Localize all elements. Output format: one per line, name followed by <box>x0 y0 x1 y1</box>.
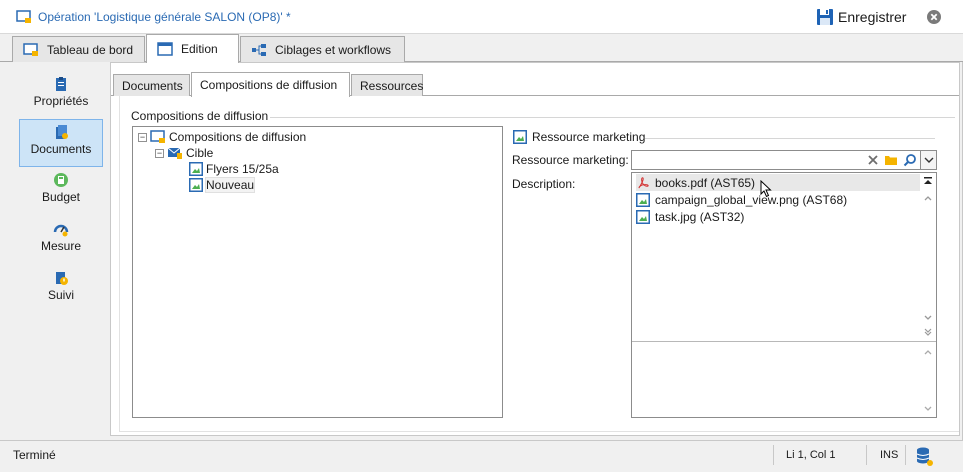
nav-budget[interactable]: Budget <box>19 168 103 216</box>
nav-label: Suivi <box>47 288 74 302</box>
subtab-label: Ressources <box>360 78 424 93</box>
subtab-documents[interactable]: Documents <box>113 74 190 96</box>
tree-label: Cible <box>186 146 214 160</box>
tab-tableau-de-bord[interactable]: Tableau de bord <box>12 36 145 62</box>
resource-section-header: Ressource marketing <box>513 130 645 144</box>
target-mail-icon <box>167 147 182 159</box>
pdf-icon <box>638 176 649 188</box>
image-icon <box>189 178 203 192</box>
scroll-top-icon[interactable] <box>923 176 933 186</box>
resource-input[interactable] <box>634 152 862 168</box>
nav-suivi[interactable]: Suivi <box>19 266 103 314</box>
resource-combobox[interactable] <box>631 150 937 170</box>
scroll-down-icon[interactable] <box>923 313 933 323</box>
dropdown-divider <box>632 341 936 342</box>
scroll-up-icon[interactable] <box>923 346 933 360</box>
dropdown-scrollbar[interactable] <box>920 173 936 341</box>
collapse-toggle[interactable]: − <box>155 148 164 158</box>
compositions-tree[interactable]: − Compositions de diffusion − Cible Flye… <box>132 126 503 418</box>
nav-label: Documents <box>30 142 92 156</box>
image-icon <box>513 130 527 144</box>
resource-dropdown-list[interactable]: books.pdf (AST65) campaign_global_view.p… <box>631 172 937 418</box>
tab-label: Edition <box>181 42 218 56</box>
save-button-label: Enregistrer <box>838 9 907 25</box>
search-icon[interactable] <box>903 153 917 167</box>
dropdown-toggle[interactable] <box>920 151 936 169</box>
calculator-icon <box>54 173 68 187</box>
nav-label: Budget <box>41 190 81 204</box>
option-campaign-global-view[interactable]: campaign_global_view.png (AST68) <box>636 191 847 208</box>
close-circle-icon[interactable] <box>927 10 941 24</box>
edit-window-icon <box>157 42 173 56</box>
title-bar: Opération 'Logistique générale SALON (OP… <box>0 0 963 34</box>
tree-node-item[interactable]: Nouveau <box>189 177 256 193</box>
tree-node-root[interactable]: − Compositions de diffusion <box>138 129 306 145</box>
subtab-label: Compositions de diffusion <box>200 78 338 92</box>
status-separator <box>773 445 774 465</box>
scroll-bottom-icon[interactable] <box>923 327 933 337</box>
nav-mesure[interactable]: Mesure <box>19 217 103 265</box>
tab-ciblages-workflows[interactable]: Ciblages et workflows <box>240 36 405 62</box>
image-icon <box>636 209 650 224</box>
image-icon <box>189 162 203 176</box>
status-separator <box>905 445 906 465</box>
cursor-position: Li 1, Col 1 <box>786 449 836 461</box>
status-separator <box>866 445 867 465</box>
tree-label: Nouveau <box>204 177 256 193</box>
image-icon <box>636 192 650 207</box>
resource-label: Ressource marketing: <box>512 153 629 167</box>
chevron-down-icon <box>924 157 933 163</box>
resource-section-divider <box>645 138 935 139</box>
option-label: campaign_global_view.png (AST68) <box>655 192 848 207</box>
campaign-screen-icon <box>16 10 31 23</box>
tracking-icon <box>56 272 68 285</box>
window-title: Opération 'Logistique générale SALON (OP… <box>38 10 291 24</box>
status-text: Terminé <box>13 448 56 462</box>
option-label: books.pdf (AST65) <box>655 175 756 190</box>
campaign-screen-icon <box>150 130 165 143</box>
tree-node-cible[interactable]: − Cible <box>155 145 213 161</box>
tab-edition[interactable]: Edition <box>146 34 239 63</box>
floppy-disk-icon <box>817 9 833 25</box>
group-divider <box>270 117 955 118</box>
scroll-up-icon[interactable] <box>923 193 933 203</box>
workflow-icon <box>252 43 266 56</box>
collapse-toggle[interactable]: − <box>138 132 147 142</box>
tree-node-item[interactable]: Flyers 15/25a <box>189 161 279 177</box>
description-scrollbar[interactable] <box>920 343 936 417</box>
scroll-down-icon[interactable] <box>923 403 933 417</box>
group-title: Compositions de diffusion <box>131 109 269 123</box>
description-label: Description: <box>512 177 576 191</box>
status-bar: Terminé Li 1, Col 1 INS <box>0 440 963 472</box>
documents-icon <box>56 125 68 139</box>
option-label: task.jpg (AST32) <box>655 209 745 224</box>
option-task-jpg[interactable]: task.jpg (AST32) <box>636 208 744 225</box>
tree-label: Compositions de diffusion <box>169 130 307 144</box>
option-books-pdf[interactable]: books.pdf (AST65) <box>636 174 920 191</box>
sub-tab-bar: Documents Compositions de diffusion Ress… <box>111 72 959 97</box>
operation-window: Opération 'Logistique générale SALON (OP… <box>0 0 963 472</box>
clipboard-icon <box>56 77 66 91</box>
database-icon[interactable] <box>915 446 935 468</box>
save-button[interactable]: Enregistrer <box>816 6 906 28</box>
subtab-label: Documents <box>122 78 183 93</box>
subtab-compositions[interactable]: Compositions de diffusion <box>191 72 350 97</box>
option-list: books.pdf (AST65) campaign_global_view.p… <box>632 173 922 341</box>
tab-label: Tableau de bord <box>47 42 134 57</box>
clear-icon[interactable] <box>866 153 880 167</box>
subtab-ressources[interactable]: Ressources <box>351 74 423 96</box>
left-navigation: Propriétés Documents Budget Mesure Suivi <box>12 62 108 436</box>
tree-label: Flyers 15/25a <box>206 162 279 176</box>
nav-documents[interactable]: Documents <box>19 119 103 167</box>
folder-icon[interactable] <box>884 153 898 167</box>
nav-label: Propriétés <box>33 94 89 108</box>
resource-section-title: Ressource marketing <box>532 130 646 144</box>
main-tab-bar: Tableau de bord Edition Ciblages et work… <box>0 34 963 63</box>
nav-label: Mesure <box>40 239 81 253</box>
insert-mode: INS <box>880 449 899 461</box>
gauge-icon <box>53 224 69 237</box>
nav-proprietes[interactable]: Propriétés <box>19 72 103 120</box>
tab-label: Ciblages et workflows <box>275 42 392 57</box>
dashboard-icon <box>23 42 38 56</box>
